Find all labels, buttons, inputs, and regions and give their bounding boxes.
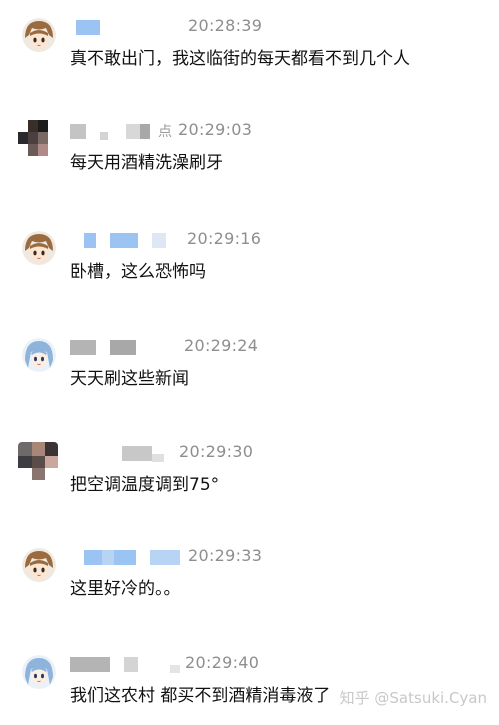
dark-pixelated-avatar[interactable] (18, 442, 58, 480)
blue-hair-anime-avatar[interactable] (22, 338, 56, 372)
message-text: 这里好冷的。。 (70, 579, 181, 599)
message-text: 天天刷这些新闻 (70, 369, 189, 389)
message-meta: 20:29:33 (70, 546, 490, 570)
chat-message: 20:29:33 这里好冷的。。 (0, 546, 499, 618)
message-time: 20:29:16 (187, 229, 262, 248)
message-time: 20:29:40 (185, 653, 260, 672)
blue-hair-anime-avatar[interactable] (22, 655, 56, 689)
message-time: 20:29:24 (184, 336, 259, 355)
brown-hair-anime-avatar[interactable] (22, 18, 56, 52)
zhihu-watermark: 知乎 @Satsuki.Cyan (339, 689, 487, 707)
message-time: 20:29:30 (179, 442, 254, 461)
chat-log: 20:28:39 真不敢出门，我这临街的每天都看不到几个人 点 20:29:03… (0, 0, 499, 716)
chat-message: 20:29:30 把空调温度调到75° (0, 442, 499, 514)
message-meta: 20:29:24 (70, 336, 490, 360)
message-meta: 20:29:30 (70, 442, 490, 466)
message-text: 我们这农村 都买不到酒精消毒液了 (70, 686, 331, 706)
brown-hair-anime-avatar[interactable] (22, 231, 56, 265)
message-text: 真不敢出门，我这临街的每天都看不到几个人 (70, 49, 410, 69)
sender-name-suffix: 点 (158, 124, 172, 140)
message-time: 20:28:39 (188, 16, 263, 35)
chat-message: 20:29:24 天天刷这些新闻 (0, 336, 499, 408)
message-meta: 20:28:39 (70, 16, 490, 40)
message-text: 卧槽，这么恐怖吗 (70, 262, 206, 282)
message-time: 20:29:33 (188, 546, 263, 565)
message-meta: 20:29:40 (70, 653, 490, 677)
brown-hair-anime-avatar[interactable] (22, 548, 56, 582)
chat-message: 20:29:16 卧槽，这么恐怖吗 (0, 229, 499, 301)
message-time: 20:29:03 (178, 120, 253, 139)
message-text: 每天用酒精洗澡刷牙 (70, 153, 223, 173)
message-meta: 20:29:16 (70, 229, 490, 253)
chat-message: 点 20:29:03 每天用酒精洗澡刷牙 (0, 120, 499, 192)
dark-pixelated-avatar[interactable] (18, 120, 58, 158)
chat-message: 20:28:39 真不敢出门，我这临街的每天都看不到几个人 (0, 16, 499, 88)
message-meta: 点 20:29:03 (70, 120, 490, 144)
message-text: 把空调温度调到75° (70, 475, 220, 495)
